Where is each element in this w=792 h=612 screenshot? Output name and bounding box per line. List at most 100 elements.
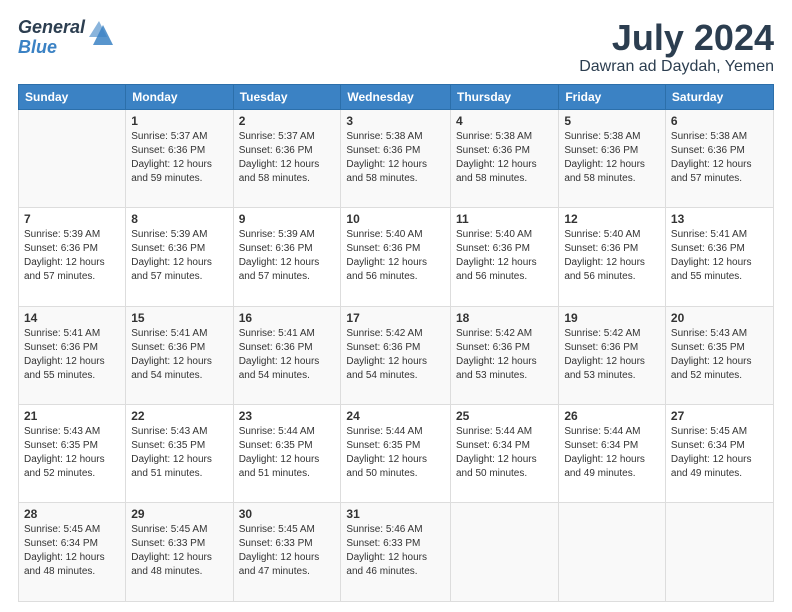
logo-general-text: General <box>18 18 85 38</box>
calendar-cell: 16 Sunrise: 5:41 AMSunset: 6:36 PMDayligh… <box>233 306 341 404</box>
day-number: 4 <box>456 114 553 128</box>
calendar-cell: 26 Sunrise: 5:44 AMSunset: 6:34 PMDayligh… <box>559 405 666 503</box>
cell-info: Sunrise: 5:42 AMSunset: 6:36 PMDaylight:… <box>456 328 537 381</box>
calendar-cell <box>665 503 773 602</box>
col-thursday: Thursday <box>450 84 558 109</box>
day-number: 1 <box>131 114 227 128</box>
col-sunday: Sunday <box>19 84 126 109</box>
cell-info: Sunrise: 5:42 AMSunset: 6:36 PMDaylight:… <box>564 328 645 381</box>
calendar-cell: 29 Sunrise: 5:45 AMSunset: 6:33 PMDayligh… <box>126 503 233 602</box>
day-number: 13 <box>671 212 768 226</box>
calendar-cell: 5 Sunrise: 5:38 AMSunset: 6:36 PMDaylight… <box>559 109 666 207</box>
cell-info: Sunrise: 5:43 AMSunset: 6:35 PMDaylight:… <box>671 328 752 381</box>
calendar-cell: 18 Sunrise: 5:42 AMSunset: 6:36 PMDayligh… <box>450 306 558 404</box>
day-number: 22 <box>131 409 227 423</box>
logo-main: General Blue <box>18 18 117 58</box>
day-number: 29 <box>131 507 227 521</box>
cell-info: Sunrise: 5:40 AMSunset: 6:36 PMDaylight:… <box>456 229 537 282</box>
day-number: 14 <box>24 311 120 325</box>
day-number: 18 <box>456 311 553 325</box>
calendar-cell: 12 Sunrise: 5:40 AMSunset: 6:36 PMDayligh… <box>559 208 666 306</box>
cell-info: Sunrise: 5:37 AMSunset: 6:36 PMDaylight:… <box>239 131 320 184</box>
cell-info: Sunrise: 5:45 AMSunset: 6:33 PMDaylight:… <box>239 524 320 577</box>
month-title: July 2024 <box>579 18 774 58</box>
calendar-week-5: 28 Sunrise: 5:45 AMSunset: 6:34 PMDayligh… <box>19 503 774 602</box>
calendar-cell: 11 Sunrise: 5:40 AMSunset: 6:36 PMDayligh… <box>450 208 558 306</box>
day-number: 25 <box>456 409 553 423</box>
page: General Blue July 2024 Dawran ad Daydah,… <box>0 0 792 612</box>
col-monday: Monday <box>126 84 233 109</box>
calendar-cell: 30 Sunrise: 5:45 AMSunset: 6:33 PMDayligh… <box>233 503 341 602</box>
calendar-week-1: 1 Sunrise: 5:37 AMSunset: 6:36 PMDaylight… <box>19 109 774 207</box>
cell-info: Sunrise: 5:44 AMSunset: 6:35 PMDaylight:… <box>346 426 427 479</box>
day-number: 23 <box>239 409 336 423</box>
calendar-cell: 28 Sunrise: 5:45 AMSunset: 6:34 PMDayligh… <box>19 503 126 602</box>
cell-info: Sunrise: 5:41 AMSunset: 6:36 PMDaylight:… <box>671 229 752 282</box>
calendar-cell: 7 Sunrise: 5:39 AMSunset: 6:36 PMDaylight… <box>19 208 126 306</box>
calendar-cell: 21 Sunrise: 5:43 AMSunset: 6:35 PMDayligh… <box>19 405 126 503</box>
day-number: 28 <box>24 507 120 521</box>
day-number: 11 <box>456 212 553 226</box>
cell-info: Sunrise: 5:44 AMSunset: 6:34 PMDaylight:… <box>456 426 537 479</box>
cell-info: Sunrise: 5:41 AMSunset: 6:36 PMDaylight:… <box>239 328 320 381</box>
day-number: 30 <box>239 507 336 521</box>
cell-info: Sunrise: 5:43 AMSunset: 6:35 PMDaylight:… <box>24 426 105 479</box>
day-number: 6 <box>671 114 768 128</box>
header: General Blue July 2024 Dawran ad Daydah,… <box>18 18 774 76</box>
calendar-cell: 23 Sunrise: 5:44 AMSunset: 6:35 PMDayligh… <box>233 405 341 503</box>
cell-info: Sunrise: 5:40 AMSunset: 6:36 PMDaylight:… <box>346 229 427 282</box>
calendar-cell: 17 Sunrise: 5:42 AMSunset: 6:36 PMDayligh… <box>341 306 451 404</box>
day-number: 17 <box>346 311 445 325</box>
calendar-cell: 13 Sunrise: 5:41 AMSunset: 6:36 PMDayligh… <box>665 208 773 306</box>
cell-info: Sunrise: 5:45 AMSunset: 6:34 PMDaylight:… <box>24 524 105 577</box>
logo-text: General Blue <box>18 18 85 58</box>
logo: General Blue <box>18 18 117 58</box>
title-block: July 2024 Dawran ad Daydah, Yemen <box>579 18 774 76</box>
calendar-cell: 20 Sunrise: 5:43 AMSunset: 6:35 PMDayligh… <box>665 306 773 404</box>
day-number: 19 <box>564 311 660 325</box>
calendar-cell: 10Sunrise: 5:40 AMSunset: 6:36 PMDayligh… <box>341 208 451 306</box>
logo-blue-text: Blue <box>18 38 85 58</box>
cell-info: Sunrise: 5:39 AMSunset: 6:36 PMDaylight:… <box>24 229 105 282</box>
calendar-cell: 27 Sunrise: 5:45 AMSunset: 6:34 PMDayligh… <box>665 405 773 503</box>
day-number: 26 <box>564 409 660 423</box>
day-number: 16 <box>239 311 336 325</box>
day-number: 5 <box>564 114 660 128</box>
day-number: 3 <box>346 114 445 128</box>
col-friday: Friday <box>559 84 666 109</box>
calendar-cell: 2 Sunrise: 5:37 AMSunset: 6:36 PMDaylight… <box>233 109 341 207</box>
calendar-cell: 15Sunrise: 5:41 AMSunset: 6:36 PMDayligh… <box>126 306 233 404</box>
calendar-cell: 31Sunrise: 5:46 AMSunset: 6:33 PMDayligh… <box>341 503 451 602</box>
calendar-week-4: 21 Sunrise: 5:43 AMSunset: 6:35 PMDayligh… <box>19 405 774 503</box>
day-number: 9 <box>239 212 336 226</box>
day-number: 20 <box>671 311 768 325</box>
col-wednesday: Wednesday <box>341 84 451 109</box>
header-row: Sunday Monday Tuesday Wednesday Thursday… <box>19 84 774 109</box>
col-tuesday: Tuesday <box>233 84 341 109</box>
calendar-cell: 9Sunrise: 5:39 AMSunset: 6:36 PMDaylight… <box>233 208 341 306</box>
day-number: 12 <box>564 212 660 226</box>
cell-info: Sunrise: 5:45 AMSunset: 6:34 PMDaylight:… <box>671 426 752 479</box>
day-number: 7 <box>24 212 120 226</box>
day-number: 24 <box>346 409 445 423</box>
calendar-week-2: 7 Sunrise: 5:39 AMSunset: 6:36 PMDaylight… <box>19 208 774 306</box>
cell-info: Sunrise: 5:44 AMSunset: 6:34 PMDaylight:… <box>564 426 645 479</box>
cell-info: Sunrise: 5:42 AMSunset: 6:36 PMDaylight:… <box>346 328 427 381</box>
cell-info: Sunrise: 5:39 AMSunset: 6:36 PMDaylight:… <box>131 229 212 282</box>
calendar-cell: 4Sunrise: 5:38 AMSunset: 6:36 PMDaylight… <box>450 109 558 207</box>
day-number: 8 <box>131 212 227 226</box>
calendar-cell: 8 Sunrise: 5:39 AMSunset: 6:36 PMDaylight… <box>126 208 233 306</box>
cell-info: Sunrise: 5:40 AMSunset: 6:36 PMDaylight:… <box>564 229 645 282</box>
day-number: 21 <box>24 409 120 423</box>
calendar-week-3: 14 Sunrise: 5:41 AMSunset: 6:36 PMDayligh… <box>19 306 774 404</box>
calendar-cell <box>450 503 558 602</box>
cell-info: Sunrise: 5:41 AMSunset: 6:36 PMDaylight:… <box>131 328 212 381</box>
day-number: 2 <box>239 114 336 128</box>
calendar-body: 1 Sunrise: 5:37 AMSunset: 6:36 PMDaylight… <box>19 109 774 601</box>
cell-info: Sunrise: 5:44 AMSunset: 6:35 PMDaylight:… <box>239 426 320 479</box>
cell-info: Sunrise: 5:45 AMSunset: 6:33 PMDaylight:… <box>131 524 212 577</box>
calendar-cell: 19 Sunrise: 5:42 AMSunset: 6:36 PMDayligh… <box>559 306 666 404</box>
calendar-cell: 22Sunrise: 5:43 AMSunset: 6:35 PMDayligh… <box>126 405 233 503</box>
cell-info: Sunrise: 5:38 AMSunset: 6:36 PMDaylight:… <box>564 131 645 184</box>
day-number: 27 <box>671 409 768 423</box>
